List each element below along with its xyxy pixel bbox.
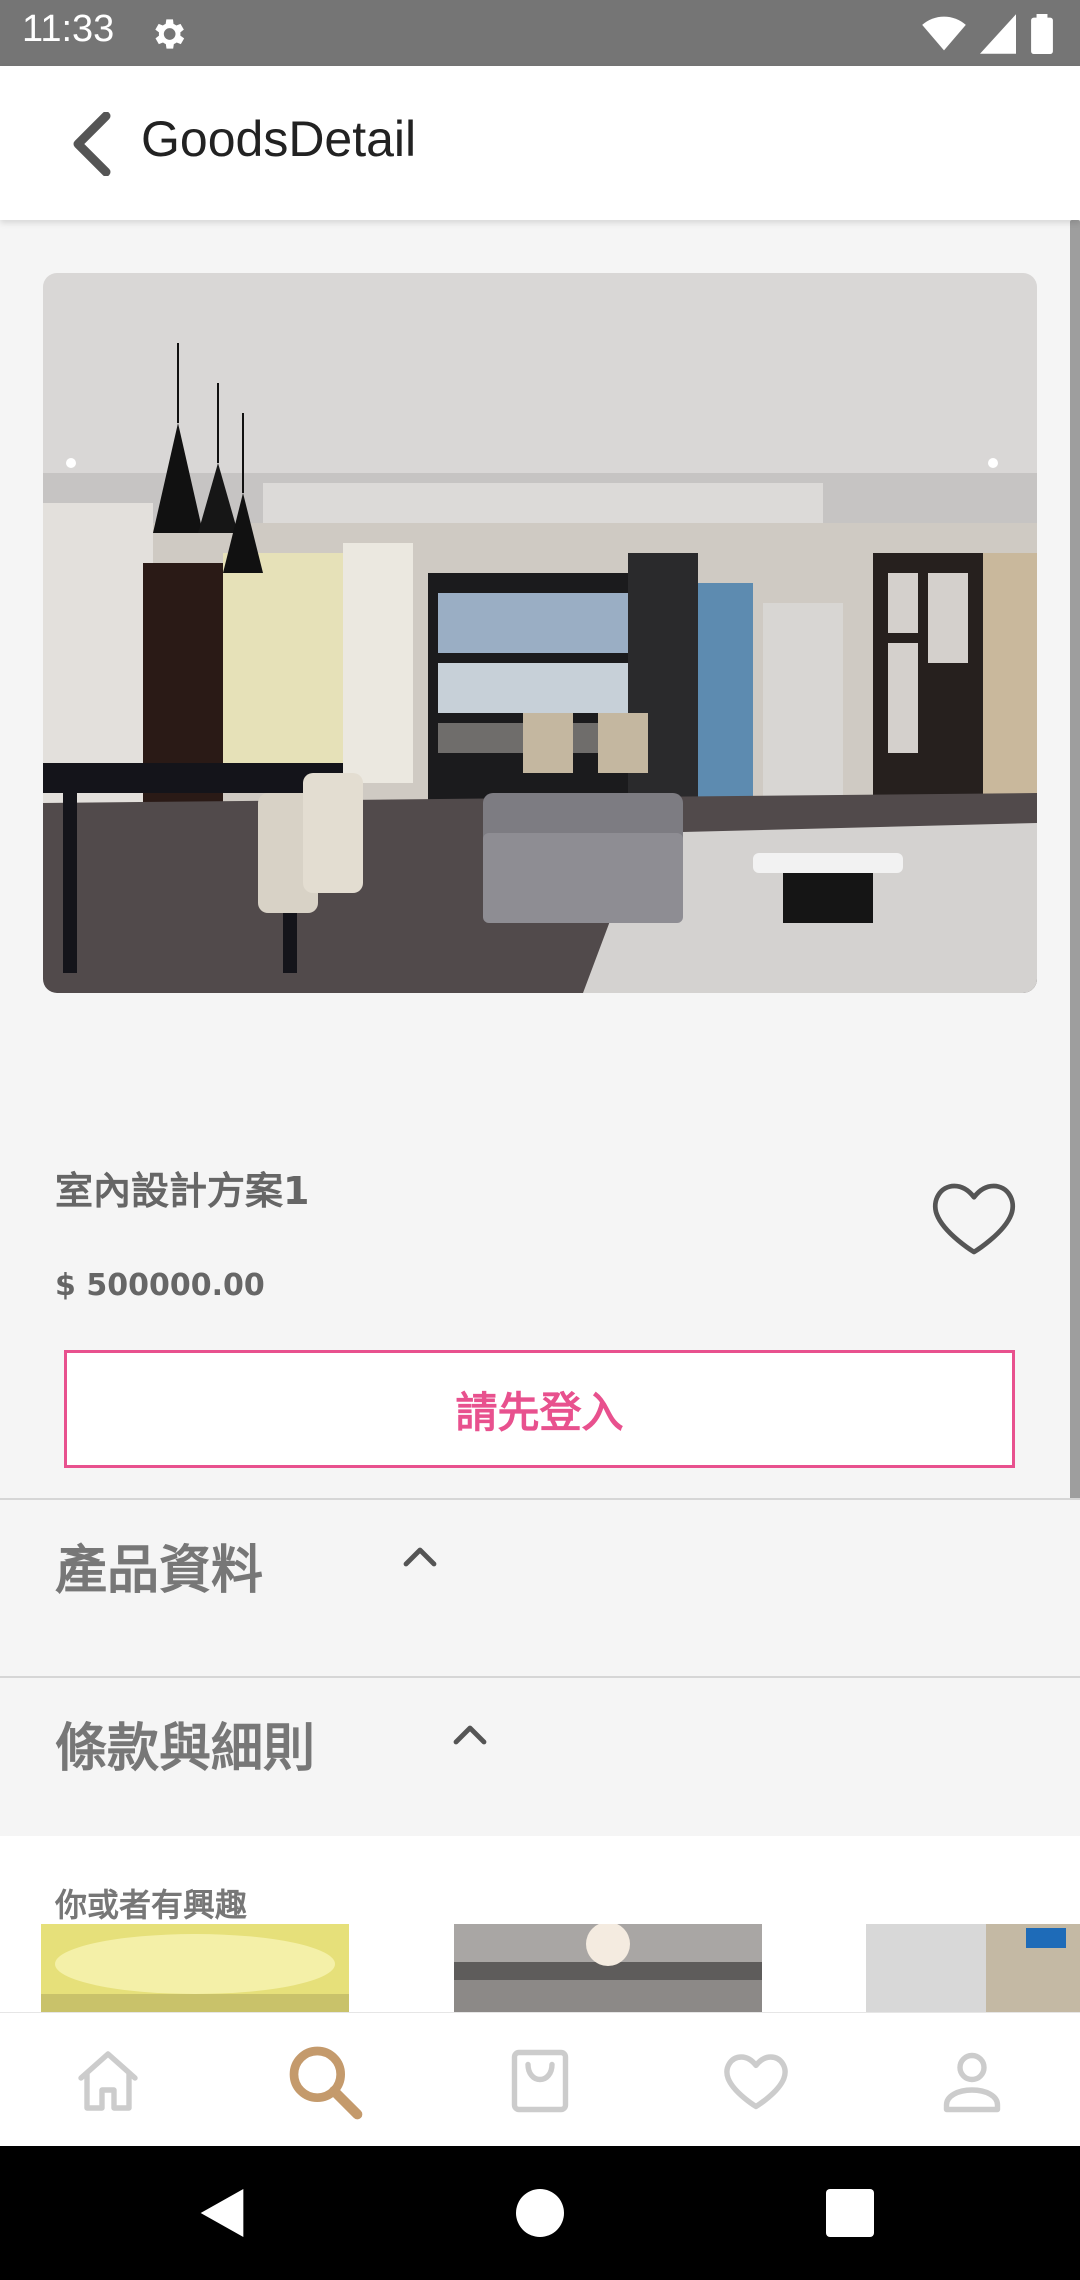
home-circle-icon[interactable] <box>508 2181 572 2245</box>
recents-square-icon[interactable] <box>818 2181 882 2245</box>
heart-outline-icon <box>932 1183 1016 1255</box>
section-terms[interactable]: 條款與細則 <box>0 1676 1080 1836</box>
nav-profile[interactable] <box>932 2041 1012 2121</box>
recommendation-image <box>41 1924 349 2012</box>
search-icon <box>289 2046 363 2120</box>
recommendations-section: 你或者有興趣 <box>0 1836 1080 2012</box>
wifi-icon <box>922 16 966 51</box>
status-time: 11:33 <box>22 8 115 50</box>
battery-icon <box>1031 14 1053 54</box>
system-navigation-bar <box>0 2146 1080 2280</box>
recommendation-image <box>454 1924 762 2012</box>
back-triangle-icon[interactable] <box>190 2181 254 2245</box>
section-title: 條款與細則 <box>55 1719 316 1779</box>
recommendation-item[interactable] <box>866 1924 1080 2012</box>
product-image <box>43 273 1037 993</box>
heart-icon <box>724 2054 788 2110</box>
recommendations-title: 你或者有興趣 <box>55 1886 248 1924</box>
status-bar: 11:33 <box>0 0 1080 66</box>
bottom-navigation <box>0 2012 1080 2146</box>
nav-search[interactable] <box>284 2041 364 2121</box>
chevron-up-icon[interactable] <box>446 1710 494 1758</box>
chevron-up-icon[interactable] <box>396 1532 444 1580</box>
nav-cart[interactable] <box>500 2041 580 2121</box>
scrollbar[interactable] <box>1070 220 1080 1502</box>
nav-home[interactable] <box>68 2041 148 2121</box>
recommendation-item[interactable] <box>454 1924 762 2012</box>
login-first-button[interactable]: 請先登入 <box>64 1350 1015 1468</box>
back-button[interactable] <box>54 106 130 182</box>
product-detail-content[interactable]: 室內設計方案1 $ 500000.00 請先登入 產品資料 條款與細則 你或者有… <box>0 220 1080 2012</box>
signal-icon <box>980 14 1016 54</box>
favorite-button[interactable] <box>926 1170 1022 1266</box>
section-title: 產品資料 <box>55 1541 264 1601</box>
person-icon <box>943 2052 1001 2113</box>
gear-icon <box>155 19 185 49</box>
nav-favorites[interactable] <box>716 2041 796 2121</box>
recommendation-image <box>866 1924 1080 2012</box>
home-icon <box>78 2051 138 2111</box>
product-name: 室內設計方案1 <box>55 1169 310 1213</box>
app-bar: GoodsDetail <box>0 66 1080 220</box>
shopping-bag-icon <box>511 2049 569 2113</box>
product-price: $ 500000.00 <box>55 1268 265 1303</box>
page-title: GoodsDetail <box>141 111 417 167</box>
recommendation-item[interactable] <box>41 1924 349 2012</box>
section-product-info[interactable]: 產品資料 <box>0 1498 1080 1678</box>
back-arrow-icon <box>73 112 111 176</box>
